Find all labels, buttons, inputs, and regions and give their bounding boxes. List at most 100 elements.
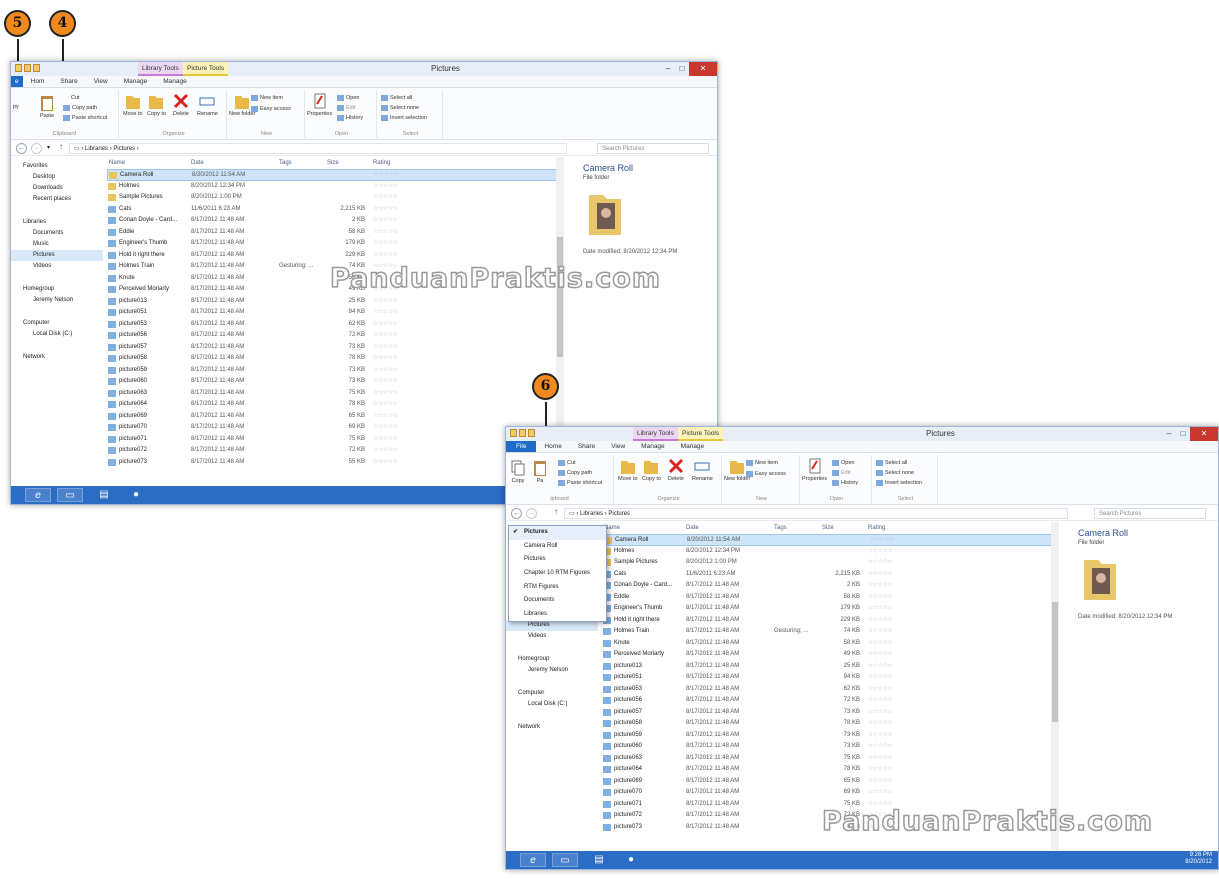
rating-stars[interactable]: ☆☆☆☆☆ [373,411,398,423]
table-row[interactable]: Sample Pictures 8/20/2012 1:00 PM ☆☆☆☆☆ [602,557,1052,569]
rating-stars[interactable]: ☆☆☆☆☆ [373,181,398,193]
nav-videos[interactable]: Videos [11,261,103,272]
table-row[interactable]: Holmes 8/20/2012 12:34 PM ☆☆☆☆☆ [602,546,1052,558]
copy-to-button[interactable]: Copy to [147,92,166,117]
table-row[interactable]: picture013 8/17/2012 11:48 AM 25 KB ☆☆☆☆☆ [107,296,557,308]
address-input[interactable]: ▭ › Libraries › Pictures › [69,143,567,154]
nav-pictures[interactable]: Pictures [11,250,103,261]
table-row[interactable]: Conan Doyle - Card... 8/17/2012 11:48 AM 2… [107,215,557,227]
app-icon-2[interactable]: ● [618,853,644,867]
rating-stars[interactable]: ☆☆☆☆☆ [373,422,398,434]
table-row[interactable]: picture053 8/17/2012 11:48 AM 62 KB ☆☆☆☆☆ [107,319,557,331]
quick-access-toolbar[interactable] [510,429,548,439]
recent-location-item[interactable]: RTM Figures [509,581,606,595]
table-row[interactable]: picture070 8/17/2012 11:48 AM 69 KB ☆☆☆☆☆ [107,422,557,434]
tab-share[interactable]: Share [52,76,85,87]
file-list-scrollbar[interactable] [1051,522,1059,851]
col-date[interactable]: Date [191,157,204,169]
col-tags[interactable]: Tags [774,522,787,534]
rating-stars[interactable]: ☆☆☆☆☆ [868,741,893,753]
properties-button[interactable]: Properties [802,457,827,482]
ie-icon[interactable]: e [25,488,51,502]
rating-stars[interactable]: ☆☆☆☆☆ [373,330,398,342]
tab-share[interactable]: Share [570,441,603,452]
back-button[interactable]: ← [511,508,522,519]
delete-button[interactable]: Delete [173,92,189,117]
rating-stars[interactable]: ☆☆☆☆☆ [373,353,398,365]
table-row[interactable]: Conan Doyle - Card... 8/17/2012 11:48 AM 2… [602,580,1052,592]
nav-network[interactable]: Network [11,352,103,363]
table-row[interactable]: Engineer's Thumb 8/17/2012 11:48 AM 179 KB… [107,238,557,250]
table-row[interactable]: picture073 8/17/2012 11:48 AM 55 KB ☆☆☆☆☆ [107,457,557,469]
select-all-button[interactable]: Select all [876,459,907,467]
recent-location-item[interactable]: Chapter 10 RTM Figures [509,567,606,581]
app-icon-2[interactable]: ● [123,488,149,502]
recent-location-item[interactable]: ✔ Pictures [509,526,606,540]
cut-button[interactable]: Cut [558,459,576,467]
paste-button[interactable]: Paste [39,94,55,119]
table-row[interactable]: picture056 8/17/2012 11:48 AM 72 KB ☆☆☆☆☆ [602,695,1052,707]
col-date[interactable]: Date [686,522,699,534]
invert-selection-button[interactable]: Invert selection [381,114,427,122]
col-size[interactable]: Size [822,522,834,534]
table-row[interactable]: picture051 8/17/2012 11:48 AM 94 KB ☆☆☆☆☆ [107,307,557,319]
table-row[interactable]: picture060 8/17/2012 11:48 AM 73 KB ☆☆☆☆☆ [107,376,557,388]
tab-view[interactable]: View [86,76,116,87]
picture-tools-tab[interactable]: Picture Tools [678,427,724,441]
library-tools-tab[interactable]: Library Tools [633,427,678,441]
col-size[interactable]: Size [327,157,339,169]
table-row[interactable]: Eddie 8/17/2012 11:48 AM 58 KB ☆☆☆☆☆ [107,227,557,239]
app-icon[interactable]: ▤ [586,853,612,867]
copy-to-button[interactable]: Copy to [642,457,661,482]
history-button[interactable]: History [337,114,363,122]
table-row[interactable]: picture064 8/17/2012 11:48 AM 78 KB ☆☆☆☆☆ [602,764,1052,776]
forward-button[interactable]: → [31,143,42,154]
open-button[interactable]: Open [337,94,359,102]
rating-stars[interactable]: ☆☆☆☆☆ [373,376,398,388]
rating-stars[interactable]: ☆☆☆☆☆ [373,388,398,400]
tab-view[interactable]: View [603,441,633,452]
recent-location-item[interactable]: Camera Roll [509,540,606,554]
table-row[interactable]: Hold it right there 8/17/2012 11:48 AM 229… [107,250,557,262]
copy-path-button[interactable]: Copy path [63,104,97,112]
rating-stars[interactable]: ☆☆☆☆☆ [868,569,893,581]
table-row[interactable]: Knute 8/17/2012 11:48 AM 58 KB ☆☆☆☆☆ [602,638,1052,650]
table-row[interactable]: picture069 8/17/2012 11:48 AM 65 KB ☆☆☆☆☆ [107,411,557,423]
invert-selection-button[interactable]: Invert selection [876,479,922,487]
recent-location-item[interactable]: Pictures [509,553,606,567]
forward-button[interactable]: → [526,508,537,519]
rating-stars[interactable]: ☆☆☆☆☆ [868,615,893,627]
history-button[interactable]: History [832,479,858,487]
maximize-button[interactable]: □ [675,62,689,76]
quick-access-toolbar[interactable] [15,64,53,74]
nav-desktop[interactable]: Desktop [11,172,103,183]
tab-manage-picture[interactable]: Manage [155,76,195,87]
rating-stars[interactable]: ☆☆☆☆☆ [373,365,398,377]
table-row[interactable]: Sample Pictures 8/20/2012 1:00 PM ☆☆☆☆☆ [107,192,557,204]
back-button[interactable]: ← [16,143,27,154]
table-row[interactable]: Holmes 8/20/2012 12:34 PM ☆☆☆☆☆ [107,181,557,193]
open-button[interactable]: Open [832,459,854,467]
tab-home[interactable]: Home [536,441,569,452]
col-rating[interactable]: Rating [373,157,390,169]
rating-stars[interactable]: ☆☆☆☆☆ [373,192,398,204]
rating-stars[interactable]: ☆☆☆☆☆ [373,457,398,469]
rating-stars[interactable]: ☆☆☆☆☆ [868,557,893,569]
nav-network[interactable]: Network [506,722,598,733]
rating-stars[interactable]: ☆☆☆☆☆ [868,787,893,799]
system-tray-clock[interactable]: 9:26 PM 8/20/2012 [1185,852,1212,866]
tab-manage-library[interactable]: Manage [633,441,673,452]
easy-access-button[interactable]: Easy access [251,105,291,113]
table-row[interactable]: picture057 8/17/2012 11:48 AM 73 KB ☆☆☆☆☆ [602,707,1052,719]
select-none-button[interactable]: Select none [876,469,914,477]
rating-stars[interactable]: ☆☆☆☆☆ [373,307,398,319]
rating-stars[interactable]: ☆☆☆☆☆ [373,296,398,308]
library-tools-tab[interactable]: Library Tools [138,62,183,76]
edit-button[interactable]: Edit [337,104,355,112]
rating-stars[interactable]: ☆☆☆☆☆ [373,434,398,446]
rating-stars[interactable]: ☆☆☆☆☆ [868,718,893,730]
col-tags[interactable]: Tags [279,157,292,169]
paste-button[interactable]: Pa [532,459,548,484]
col-name[interactable]: Name [109,157,125,169]
move-to-button[interactable]: Move to [618,457,638,482]
